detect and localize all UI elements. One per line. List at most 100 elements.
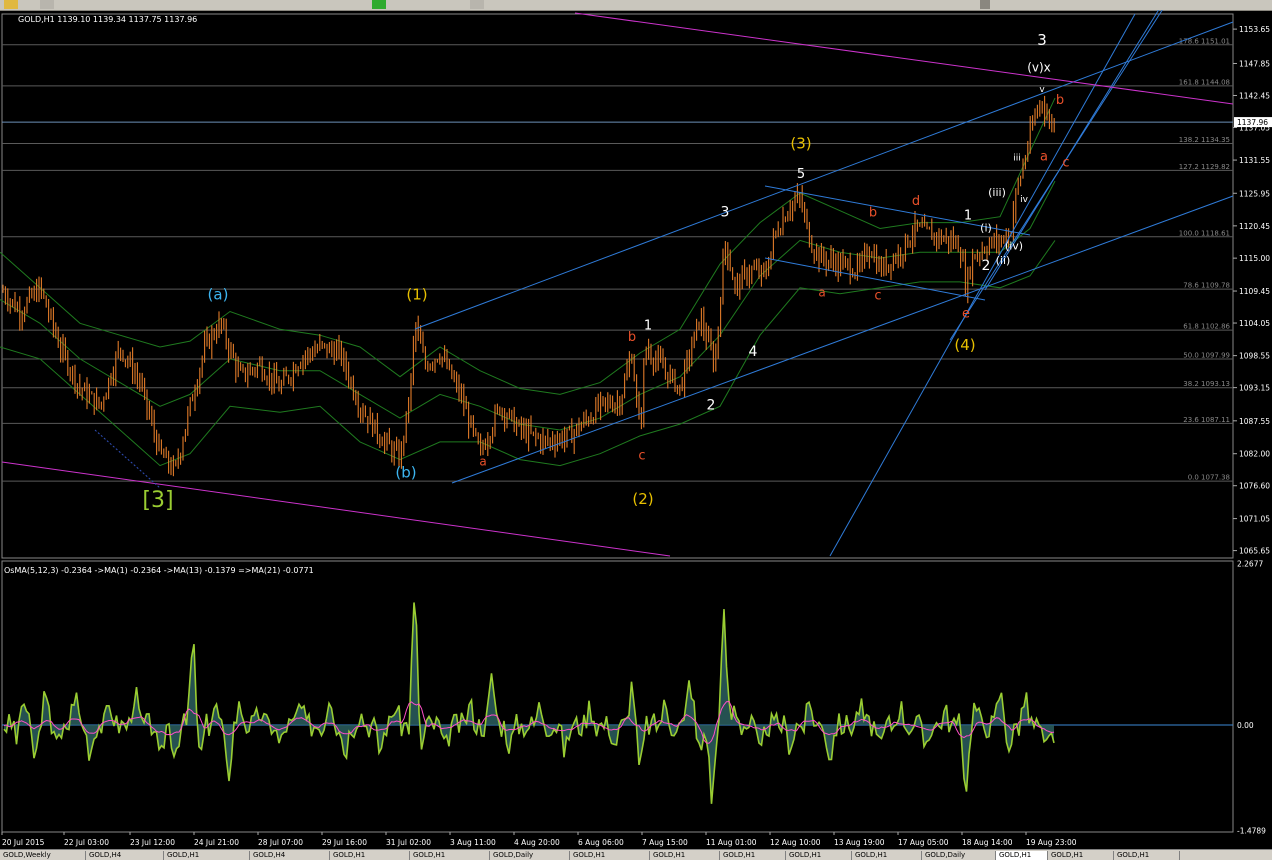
fib-level-label: 38.2 1093.13 — [1183, 380, 1230, 388]
wave-label: 3 — [721, 205, 730, 221]
price-frame — [1, 13, 1234, 559]
price-tick-label: 1142.45 — [1239, 91, 1270, 100]
fib-level-label: 50.0 1097.99 — [1183, 351, 1230, 359]
wave-label: (ii) — [996, 254, 1011, 267]
moving-average-bands — [0, 97, 1056, 467]
wave-label: iii — [1013, 153, 1021, 163]
wave-label: (iii) — [988, 186, 1006, 199]
trend-line — [451, 195, 1234, 484]
wave-label: 4 — [749, 344, 758, 360]
wave-label: (1) — [406, 286, 427, 304]
wave-label: 1 — [964, 209, 972, 224]
osma-histogram-fill — [4, 602, 1054, 804]
wave-label: 2 — [707, 397, 716, 413]
trend-line — [574, 12, 1234, 105]
time-tick-label: 4 Aug 20:00 — [514, 838, 560, 847]
trend-line — [1, 461, 671, 557]
fib-level-label: 78.6 1109.78 — [1183, 282, 1230, 290]
price-tick-label: 1065.65 — [1239, 547, 1270, 556]
fib-level-label: 61.8 1102.86 — [1183, 323, 1230, 331]
trend-line — [829, 13, 1136, 557]
wave-label: (v)x — [1027, 60, 1051, 74]
wave-label: (2) — [632, 490, 653, 508]
chart-canvas[interactable]: 178.6 1151.01 161.8 1144.08 138.2 1134.35 1… — [0, 10, 1272, 849]
wave-label: b — [628, 330, 636, 345]
chart-tabs: GOLD,Weekly GOLD,H4 GOLD,H1 GOLD,H4 GOLD,H1 G… — [0, 849, 1272, 860]
chart-shift-icon[interactable] — [980, 0, 990, 9]
wave-label: a — [1040, 149, 1048, 164]
price-tick-label: 1093.15 — [1239, 384, 1270, 393]
wave-label: a — [479, 455, 486, 469]
wave-label: (iv) — [1005, 239, 1023, 252]
time-tick-label: 28 Jul 07:00 — [258, 838, 303, 847]
time-tick-label: 29 Jul 16:00 — [322, 838, 367, 847]
time-tick-label: 6 Aug 06:00 — [578, 838, 624, 847]
time-tick-label: 22 Jul 03:00 — [64, 838, 109, 847]
price-grid: 178.6 1151.01 161.8 1144.08 138.2 1134.35 1… — [1, 13, 1234, 833]
time-tick-label: 31 Jul 02:00 — [386, 838, 431, 847]
price-tick-label: 1076.60 — [1239, 482, 1270, 491]
price-tick-label: 1153.65 — [1239, 25, 1270, 34]
wave-label: c — [638, 449, 645, 464]
wave-label: (a) — [208, 286, 229, 304]
price-tick-label: 1104.05 — [1239, 319, 1270, 328]
price-tick-label: 1125.95 — [1239, 189, 1270, 198]
fib-level-label: 0.0 1077.38 — [1188, 474, 1230, 482]
wave-label: d — [912, 194, 920, 209]
wave-label: (i) — [980, 221, 992, 234]
ma-band-lower — [0, 240, 1056, 467]
fib-level-label: 161.8 1144.08 — [1179, 78, 1230, 86]
wave-label: iv — [1020, 195, 1029, 205]
osma-frame — [1, 560, 1234, 833]
ma-band-ma — [0, 180, 1056, 431]
price-tick-label: 1131.55 — [1239, 156, 1270, 165]
price-tick-label: 1115.00 — [1239, 254, 1270, 263]
osma-tick-label: 2.2677 — [1237, 559, 1263, 568]
fib-level-label: 127.2 1129.82 — [1179, 163, 1230, 171]
time-tick-label: 7 Aug 15:00 — [642, 838, 688, 847]
trend-channels — [1, 10, 1234, 557]
price-tick-label: 1071.05 — [1239, 515, 1270, 524]
fib-level-label: 23.6 1087.11 — [1183, 416, 1230, 424]
wave-label: c — [874, 289, 881, 304]
fib-level-label: 178.6 1151.01 — [1179, 37, 1230, 45]
wave-label: [3] — [142, 488, 173, 513]
trend-line — [949, 10, 1163, 341]
new-chart-icon[interactable] — [40, 0, 54, 9]
wave-label: c — [1062, 155, 1069, 170]
time-tick-label: 3 Aug 11:00 — [450, 838, 496, 847]
wave-label: (4) — [954, 336, 975, 354]
time-tick-label: 20 Jul 2015 — [2, 838, 45, 847]
wave-label: a — [818, 286, 825, 300]
wave-labels: [3](a) (1)(b)ab1c(2)234(3)5abcd1(i)(iii)(… — [142, 31, 1069, 513]
time-tick-label: 12 Aug 10:00 — [770, 838, 821, 847]
time-tick-label: 24 Jul 21:00 — [194, 838, 239, 847]
wave-label: b — [869, 206, 877, 221]
wave-label: 5 — [797, 167, 805, 182]
time-axis: 20 Jul 2015 22 Jul 03:00 23 Jul 12:00 24 Ju… — [1, 832, 1077, 847]
wave-label: (b) — [395, 463, 416, 481]
osma-tick-label: 0.00 — [1237, 721, 1254, 730]
time-tick-label: 11 Aug 01:00 — [706, 838, 757, 847]
time-tick-label: 23 Jul 12:00 — [130, 838, 175, 847]
time-tick-label: 18 Aug 14:00 — [962, 838, 1013, 847]
wave-label: 1 — [644, 318, 652, 333]
price-tick-label: 1098.55 — [1239, 352, 1270, 361]
wave-label: 3 — [1037, 31, 1047, 49]
wave-label: v — [1039, 85, 1045, 95]
price-tick-label: 1082.00 — [1239, 450, 1270, 459]
open-folder-icon[interactable] — [4, 0, 18, 9]
zoom-icon[interactable] — [470, 0, 484, 9]
time-tick-label: 17 Aug 05:00 — [898, 838, 949, 847]
time-tick-label: 19 Aug 23:00 — [1026, 838, 1077, 847]
time-tick-label: 13 Aug 19:00 — [834, 838, 885, 847]
price-tick-label: 1147.85 — [1239, 59, 1270, 68]
ma-band-upper — [0, 97, 1056, 395]
osma-header: OsMA(5,12,3) -0.2364 ->MA(1) -0.2364 ->M… — [4, 566, 314, 575]
wave-label: e — [962, 306, 970, 321]
add-plus-icon[interactable] — [372, 0, 386, 9]
fib-level-label: 100.0 1118.61 — [1179, 229, 1230, 237]
osma-panel — [2, 602, 1233, 804]
wave-label: b — [1056, 93, 1064, 108]
osma-tick-label: -1.4789 — [1237, 826, 1266, 835]
